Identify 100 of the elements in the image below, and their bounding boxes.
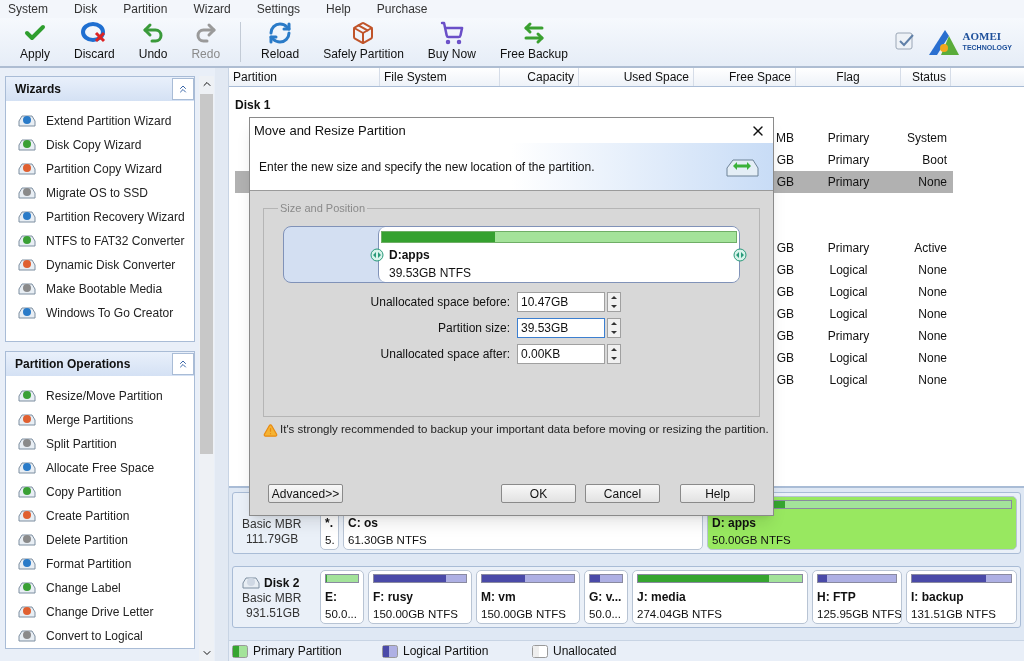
size-field[interactable]: 10.47GB (517, 292, 605, 312)
table-cell-text: System (906, 130, 948, 147)
sidebar-item[interactable]: Partition Recovery Wizard (6, 205, 194, 229)
table-cell-text: None (917, 328, 948, 345)
drive-icon (18, 532, 36, 548)
drive-icon (18, 305, 36, 321)
menu-item[interactable]: Partition (123, 0, 168, 18)
sidebar-item[interactable]: Windows To Go Creator (6, 301, 194, 325)
collapse-icon (177, 83, 189, 95)
drive-icon (18, 233, 36, 249)
toolbar-button[interactable]: Free Backup (487, 21, 580, 63)
table-cell-text: GB (776, 174, 794, 191)
sidebar-item[interactable]: Split Partition (6, 432, 194, 456)
column-header[interactable]: Flag (796, 68, 901, 86)
menu-item[interactable]: System (8, 0, 48, 18)
cart-icon (439, 21, 464, 45)
sidebar-item[interactable]: Change Label (6, 576, 194, 600)
spinner[interactable] (607, 318, 621, 338)
resize-handle-icon[interactable] (733, 248, 747, 262)
sidebar-item[interactable]: Merge Partitions (6, 408, 194, 432)
partition-block[interactable]: E: 50.0... (320, 570, 364, 624)
column-header[interactable]: Partition (229, 68, 380, 86)
logo-name: AOMEI (962, 31, 1003, 42)
sidebar-item[interactable]: Delete Partition (6, 528, 194, 552)
dialog-button[interactable]: Cancel (585, 484, 660, 503)
table-cell-text: None (917, 350, 948, 367)
partition-block[interactable]: I: backup 131.51GB NTFS (906, 570, 1017, 624)
drive-icon (18, 209, 36, 225)
size-field[interactable]: 39.53GB (517, 318, 605, 338)
toolbar-button[interactable]: Reload (249, 21, 312, 63)
column-header[interactable]: Status (901, 68, 951, 86)
scrollbar[interactable] (199, 76, 214, 661)
column-header[interactable]: File System (380, 68, 500, 86)
column-header[interactable]: Free Space (694, 68, 796, 86)
sidebar-item[interactable]: Allocate Free Space (6, 456, 194, 480)
sidebar-item[interactable]: Partition Copy Wizard (6, 157, 194, 181)
sidebar-item[interactable]: Migrate OS to SSD (6, 181, 194, 205)
dialog-button[interactable]: Help (680, 484, 755, 503)
dialog-button[interactable]: OK (501, 484, 576, 503)
partition-name: *. (325, 514, 334, 532)
collapse-button[interactable] (172, 78, 194, 100)
dialog-button[interactable]: Advanced>> (268, 484, 343, 503)
reload-icon (268, 21, 293, 45)
partition-block[interactable]: M: vm 150.00GB NTFS (476, 570, 580, 624)
sidebar-item[interactable]: Copy Partition (6, 480, 194, 504)
sidebar-item[interactable]: Convert to Logical (6, 624, 194, 648)
partition-block[interactable]: J: media 274.04GB NTFS (632, 570, 808, 624)
partition-name: G: v... (589, 588, 623, 606)
disk-type: Basic MBR (242, 591, 303, 606)
drive-icon (18, 628, 36, 644)
toolbar-button[interactable]: Apply (8, 21, 63, 63)
sidebar-item[interactable]: Extend Partition Wizard (6, 109, 194, 133)
table-cell-text: GB (776, 240, 794, 257)
sidebar-item[interactable]: Format Partition (6, 552, 194, 576)
partition-block[interactable]: G: v... 50.0... (584, 570, 628, 624)
column-header[interactable]: Used Space (579, 68, 694, 86)
sidebar-item[interactable]: Make Bootable Media (6, 277, 194, 301)
sidebar-item[interactable]: Change Drive Letter (6, 600, 194, 624)
sidebar-item[interactable]: Dynamic Disk Converter (6, 253, 194, 277)
partition-position-bar[interactable]: D:apps 39.53GB NTFS (283, 226, 740, 283)
menu-item[interactable]: Purchase (376, 0, 428, 18)
drive-icon (18, 137, 36, 153)
table-cell-text: None (917, 262, 948, 279)
toolbar-button[interactable]: Safely Partition (311, 21, 416, 63)
sidebar-item[interactable]: Create Partition (6, 504, 194, 528)
toolbar-button[interactable]: Buy Now (415, 21, 488, 63)
sidebar-item[interactable]: Disk Copy Wizard (6, 133, 194, 157)
column-header[interactable]: Capacity (500, 68, 579, 86)
table-cell-text: None (917, 174, 948, 191)
legend-swatch-icon (532, 644, 548, 658)
sidebar-item[interactable]: NTFS to FAT32 Converter (6, 229, 194, 253)
toolbar-button[interactable]: Discard (62, 21, 127, 63)
partition-size: 150.00GB NTFS (481, 606, 567, 622)
warning-icon (263, 422, 278, 438)
warning-text: It's strongly recommended to backup your important data before moving or resizing the partition. (280, 422, 769, 438)
group-title: Size and Position (278, 201, 367, 215)
partition-block[interactable]: F: rusy 150.00GB NTFS (368, 570, 472, 624)
redo-icon (193, 21, 218, 45)
menu-item[interactable]: Settings (256, 0, 301, 18)
spinner[interactable] (607, 292, 621, 312)
table-cell-text: GB (776, 152, 794, 169)
menu-item[interactable]: Wizard (193, 0, 231, 18)
resize-handle-icon[interactable] (370, 248, 384, 262)
partition-block[interactable]: H: FTP 125.95GB NTFS (812, 570, 902, 624)
table-cell-text: Active (913, 240, 948, 257)
drive-icon (18, 412, 36, 428)
spinner[interactable] (607, 344, 621, 364)
sidebar-item[interactable]: Resize/Move Partition (6, 384, 194, 408)
disk-name: Disk 2 (264, 575, 300, 591)
field-label: Partition size: (436, 320, 511, 337)
drive-icon (18, 604, 36, 620)
menu-item[interactable]: Disk (74, 0, 98, 18)
menu-item[interactable]: Help (326, 0, 351, 18)
size-field[interactable]: 0.00KB (517, 344, 605, 364)
partition-size: 150.00GB NTFS (373, 606, 459, 622)
collapse-button[interactable] (172, 353, 194, 375)
disk-label: Disk 1 (235, 98, 271, 112)
partition-name: I: backup (911, 588, 965, 606)
logo-icon (926, 28, 961, 56)
toolbar-button[interactable]: Undo (126, 21, 180, 63)
